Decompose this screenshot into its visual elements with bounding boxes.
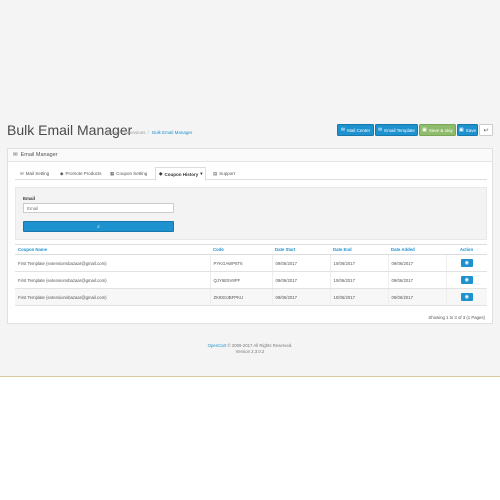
cell-coupon-name: First Template (extensionsbazaar@gmail.c…	[15, 288, 210, 306]
search-icon: ⌕	[97, 223, 100, 230]
email-template-label: Email Template	[384, 127, 415, 133]
file-icon: ▤	[213, 170, 218, 176]
column-header-date-end[interactable]: Date End	[330, 244, 388, 255]
filter-search-button[interactable]: ⌕	[23, 221, 174, 232]
mail-center-button[interactable]: ✉ Mail Center	[337, 124, 374, 136]
table-header-row: Coupon Name Code Date Start Date End Dat…	[15, 244, 487, 255]
breadcrumb-separator: /	[119, 130, 121, 135]
cell-date-start: 09/06/2017	[271, 288, 330, 306]
pagination-summary: Showing 1 to 3 of 3 (1 Pages)	[428, 315, 485, 320]
panel-heading: ✉ Email Manager	[8, 149, 492, 162]
table-row: First Template (extensionsbazaar@gmail.c…	[15, 254, 487, 272]
column-header-date-added[interactable]: Date Added	[388, 244, 446, 255]
tags-icon: ◆	[159, 171, 163, 176]
cell-date-end: 10/06/2017	[329, 288, 388, 306]
save-button[interactable]: ▣ Save	[457, 124, 478, 136]
save-stay-button[interactable]: ▣ Save & stay	[419, 124, 456, 136]
envelope-open-icon: ✉	[378, 127, 383, 133]
mail-center-label: Mail Center	[347, 127, 371, 133]
band-divider	[0, 376, 500, 377]
opencart-link[interactable]: OpenCart	[208, 343, 227, 348]
save-label: Save	[465, 127, 476, 133]
filter-box: Email ⌕	[15, 187, 487, 240]
column-header-action: Action	[446, 244, 487, 255]
column-header-coupon-name[interactable]: Coupon Name	[15, 244, 210, 255]
reply-icon: ↩	[483, 127, 489, 134]
cell-date-added: 09/06/2017	[387, 288, 446, 306]
cell-date-added: 09/06/2017	[387, 254, 446, 272]
cell-coupon-name: First Template (extensionsbazaar@gmail.c…	[15, 271, 210, 289]
table-row: First Template (extensionsbazaar@gmail.c…	[15, 271, 487, 289]
tab-label: Mail Setting	[25, 171, 50, 176]
email-manager-panel: ✉ Email Manager ✉ Mail Setting ◆ Promote P…	[7, 148, 493, 324]
view-button[interactable]: ◉	[460, 276, 473, 284]
email-filter-label: Email	[23, 196, 36, 201]
email-template-button[interactable]: ✉ Email Template	[375, 124, 418, 136]
tab-mail-setting[interactable]: ✉ Mail Setting	[17, 167, 52, 180]
caret-down-icon: ▾	[200, 171, 203, 176]
cell-date-start: 09/06/2017	[271, 271, 330, 289]
save-stay-label: Save & stay	[428, 127, 453, 133]
save-icon: ▣	[422, 127, 427, 133]
tab-promote-products[interactable]: ◆ Promote Products	[57, 167, 104, 180]
table-row: First Template (extensionsbazaar@gmail.c…	[15, 288, 487, 306]
cell-code: PYKGAWP5T6	[209, 254, 272, 272]
envelope-icon: ✉	[340, 127, 346, 133]
breadcrumb-extensions[interactable]: Extensions	[124, 130, 146, 135]
tab-label: Support	[219, 171, 236, 176]
email-filter-input[interactable]	[23, 203, 174, 213]
breadcrumb-home[interactable]: Home	[105, 130, 117, 135]
tag-icon: ◆	[60, 170, 64, 176]
back-button[interactable]: ↩	[479, 124, 493, 136]
panel-title: Email Manager	[20, 152, 58, 158]
ticket-icon: ▦	[110, 170, 115, 176]
cell-date-end: 10/06/2017	[329, 271, 388, 289]
breadcrumb: Home / Extensions / Bulk Email Manager	[105, 130, 194, 135]
cell-date-end: 10/06/2017	[329, 254, 388, 272]
tab-support[interactable]: ▤ Support	[210, 167, 238, 180]
tab-coupon-history[interactable]: ◆ Coupon History ▾	[155, 167, 207, 181]
footer-version: Version 2.3.0.2	[235, 349, 265, 354]
envelope-icon: ✉	[20, 170, 24, 176]
cell-action: ◉	[445, 288, 487, 306]
tab-bar: ✉ Mail Setting ◆ Promote Products ▦ Coupon …	[15, 166, 487, 181]
eye-icon: ◉	[464, 277, 469, 283]
tab-label: Coupon Setting	[116, 171, 148, 176]
page-footer: OpenCart © 2009-2017 All Rights Reserved…	[0, 343, 500, 355]
eye-icon: ◉	[464, 260, 469, 266]
breadcrumb-current[interactable]: Bulk Email Manager	[152, 130, 192, 135]
tab-label: Coupon History	[164, 171, 199, 177]
cell-date-start: 09/06/2017	[271, 254, 330, 272]
coupon-history-table: Coupon Name Code Date Start Date End Dat…	[15, 244, 487, 306]
cell-action: ◉	[445, 271, 487, 289]
column-header-date-start[interactable]: Date Start	[272, 244, 330, 255]
tab-coupon-setting[interactable]: ▦ Coupon Setting	[107, 167, 150, 180]
cell-code: QJY6E5V8PF	[209, 271, 272, 289]
eye-icon: ◉	[464, 294, 469, 300]
tab-label: Promote Products	[65, 171, 102, 176]
envelope-icon: ✉	[13, 152, 18, 158]
save-icon: ▣	[459, 127, 464, 133]
cell-date-added: 09/06/2017	[387, 271, 446, 289]
cell-action: ◉	[445, 254, 487, 272]
view-button[interactable]: ◉	[460, 259, 473, 267]
column-header-code[interactable]: Code	[210, 244, 272, 255]
cell-coupon-name: First Template (extensionsbazaar@gmail.c…	[15, 254, 210, 272]
cell-code: ZK8S0JBFPKU	[209, 288, 272, 306]
breadcrumb-separator: /	[147, 130, 149, 135]
footer-copy-text: © 2009-2017 All Rights Reserved.	[226, 343, 293, 348]
view-button[interactable]: ◉	[460, 293, 473, 301]
